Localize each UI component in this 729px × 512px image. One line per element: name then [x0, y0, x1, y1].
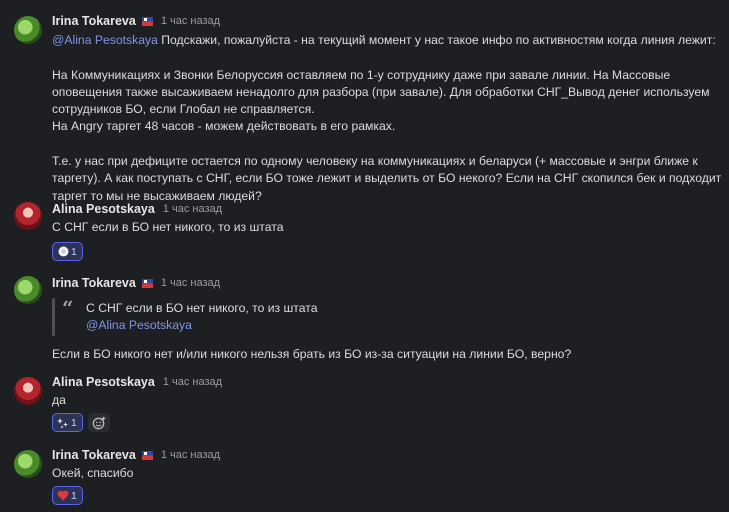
author-name[interactable]: Irina Tokareva — [52, 448, 136, 462]
message-alina-2: Alina Pesotskaya 1 час назад да 1 — [0, 373, 729, 438]
message-text: да — [52, 393, 66, 407]
timestamp[interactable]: 1 час назад — [161, 15, 220, 27]
mention[interactable]: @Alina Pesotskaya — [52, 33, 158, 47]
flag-icon — [141, 16, 153, 26]
message-irina-3: Irina Tokareva 1 час назад Окей, спасибо… — [0, 446, 729, 512]
message-text: С СНГ если в БО нет никого, то из штата — [52, 220, 284, 234]
reaction-button[interactable]: 1 — [52, 413, 83, 432]
author-name[interactable]: Alina Pesotskaya — [52, 202, 155, 216]
author-name[interactable]: Irina Tokareva — [52, 276, 136, 290]
message-alina-1: Alina Pesotskaya 1 час назад С СНГ если … — [0, 200, 729, 265]
reaction-button[interactable]: 1 — [52, 242, 83, 261]
add-emoji-icon — [92, 416, 106, 429]
sparkles-emoji-icon — [57, 417, 69, 429]
timestamp[interactable]: 1 час назад — [161, 277, 220, 289]
timestamp[interactable]: 1 час назад — [163, 376, 222, 388]
quote-icon: “ — [62, 296, 74, 320]
message-text: Если в БО никого нет и/или никого нельзя… — [52, 347, 572, 361]
timestamp[interactable]: 1 час назад — [163, 203, 222, 215]
avatar[interactable] — [14, 377, 42, 405]
timestamp[interactable]: 1 час назад — [161, 449, 220, 461]
avatar[interactable] — [14, 276, 42, 304]
add-reaction-button[interactable] — [88, 413, 110, 432]
message-irina-2: Irina Tokareva 1 час назад “ С СНГ если … — [0, 272, 729, 367]
reaction-count: 1 — [71, 245, 77, 258]
avatar[interactable] — [14, 16, 42, 44]
reaction-count: 1 — [71, 416, 77, 429]
quote-block: С СНГ если в БО нет никого, то из штата … — [86, 300, 686, 335]
heart-emoji-icon — [57, 490, 69, 502]
author-name[interactable]: Irina Tokareva — [52, 14, 136, 28]
author-name[interactable]: Alina Pesotskaya — [52, 375, 155, 389]
reaction-button[interactable]: 1 — [52, 486, 83, 505]
flag-icon — [141, 450, 153, 460]
flag-icon — [141, 278, 153, 288]
message-irina-1: Irina Tokareva 1 час назад @Alina Pesots… — [0, 0, 729, 203]
white-circle-emoji-icon — [57, 246, 69, 258]
message-text: @Alina Pesotskaya Подскажи, пожалуйста -… — [52, 33, 722, 203]
quote-text: С СНГ если в БО нет никого, то из штата — [86, 301, 318, 315]
message-text: Окей, спасибо — [52, 466, 134, 480]
quote-mention[interactable]: @Alina Pesotskaya — [86, 318, 192, 332]
reaction-count: 1 — [71, 489, 77, 502]
avatar[interactable] — [14, 450, 42, 478]
quote-bar — [52, 298, 55, 336]
avatar[interactable] — [14, 202, 42, 230]
